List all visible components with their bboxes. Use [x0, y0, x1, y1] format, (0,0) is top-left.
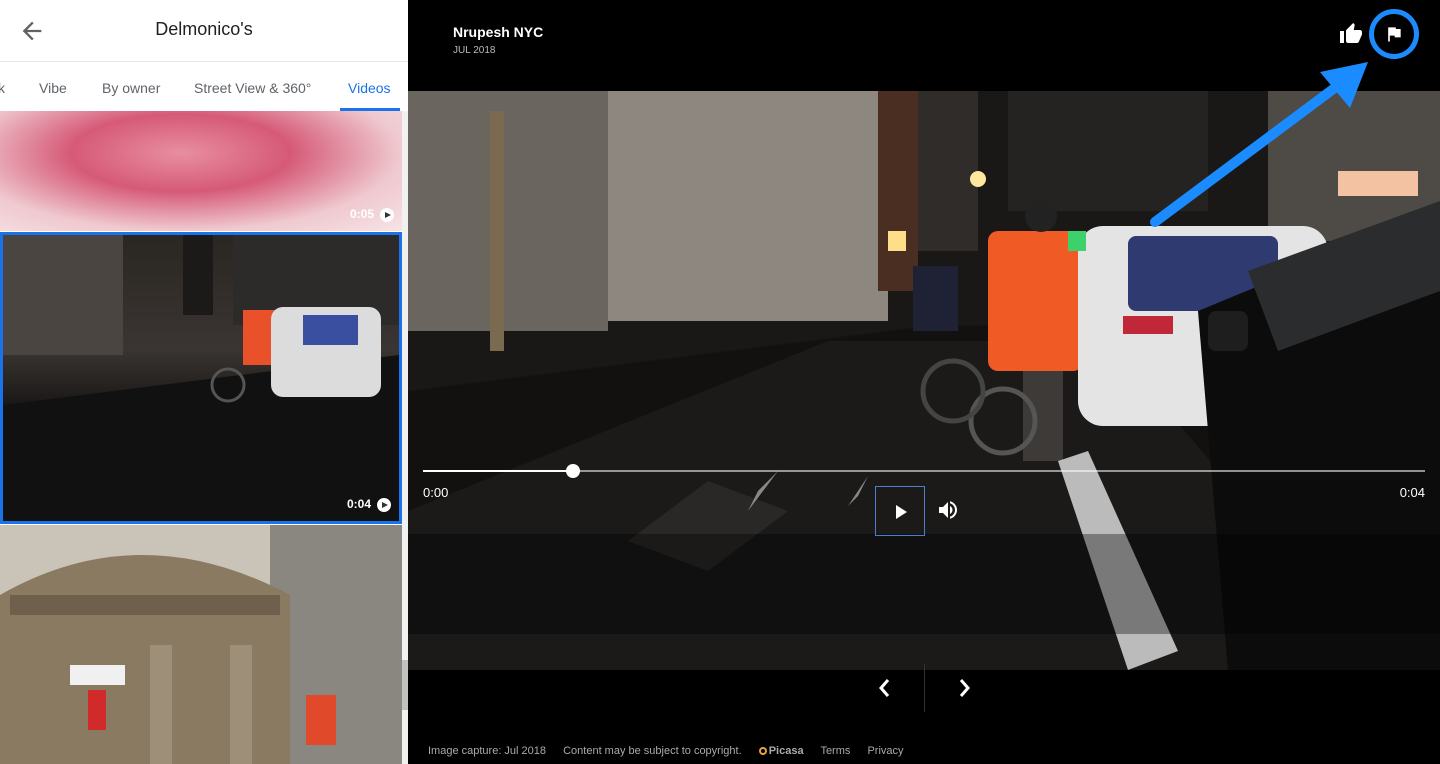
privacy-link[interactable]: Privacy: [867, 745, 903, 757]
capture-info: Image capture: Jul 2018: [428, 745, 547, 757]
photo-tabs: k Vibe By owner Street View & 360° Video…: [0, 62, 408, 112]
video-thumbnail[interactable]: 0:05: [0, 111, 402, 231]
play-button[interactable]: [875, 486, 925, 536]
place-title: Delmonico's: [155, 19, 253, 39]
contributor-name[interactable]: Nrupesh NYC: [453, 24, 543, 40]
photo-thumbnail[interactable]: [0, 525, 402, 764]
capture-date: JUL 2018: [453, 45, 496, 56]
video-duration: 0:05: [349, 207, 374, 221]
side-panel: Delmonico's k Vibe By owner Street View …: [0, 0, 408, 764]
total-duration: 0:04: [1399, 485, 1425, 500]
video-thumbnail-selected[interactable]: 0:04: [0, 232, 402, 524]
thumbnail-scene: [3, 235, 399, 521]
tab-street-view[interactable]: Street View & 360°: [194, 80, 311, 96]
terms-link[interactable]: Terms: [820, 745, 850, 757]
flag-icon[interactable]: [1384, 24, 1404, 44]
tab-videos[interactable]: Videos: [348, 80, 391, 96]
tab-partial[interactable]: k: [0, 80, 5, 96]
picasa-link[interactable]: Picasa: [758, 745, 804, 757]
chevron-left-icon[interactable]: [863, 664, 923, 712]
footer: Image capture: Jul 2018 Content may be s…: [428, 745, 918, 757]
tab-by-owner[interactable]: By owner: [102, 80, 160, 96]
picasa-icon: [758, 747, 767, 755]
media-viewer: Nrupesh NYC JUL 2018 0:00 0:04 Image cap…: [408, 0, 1440, 764]
tab-vibe[interactable]: Vibe: [39, 80, 67, 96]
current-time: 0:00: [423, 485, 449, 500]
progress-fill: [423, 470, 574, 472]
thumbnail-scene: [0, 525, 402, 764]
controls-overlay: [408, 534, 1440, 634]
panel-header: Delmonico's: [0, 0, 408, 62]
nav-divider: [924, 664, 925, 712]
copyright-notice: Content may be subject to copyright.: [563, 745, 742, 757]
thumbs-up-icon[interactable]: [1338, 22, 1364, 46]
picasa-label: Picasa: [768, 745, 804, 757]
volume-icon[interactable]: [936, 498, 960, 522]
video-player[interactable]: [408, 91, 1440, 670]
play-circle-icon: [377, 498, 391, 512]
chevron-right-icon[interactable]: [934, 664, 994, 712]
play-circle-icon: [380, 208, 394, 222]
video-duration: 0:04: [346, 497, 371, 511]
